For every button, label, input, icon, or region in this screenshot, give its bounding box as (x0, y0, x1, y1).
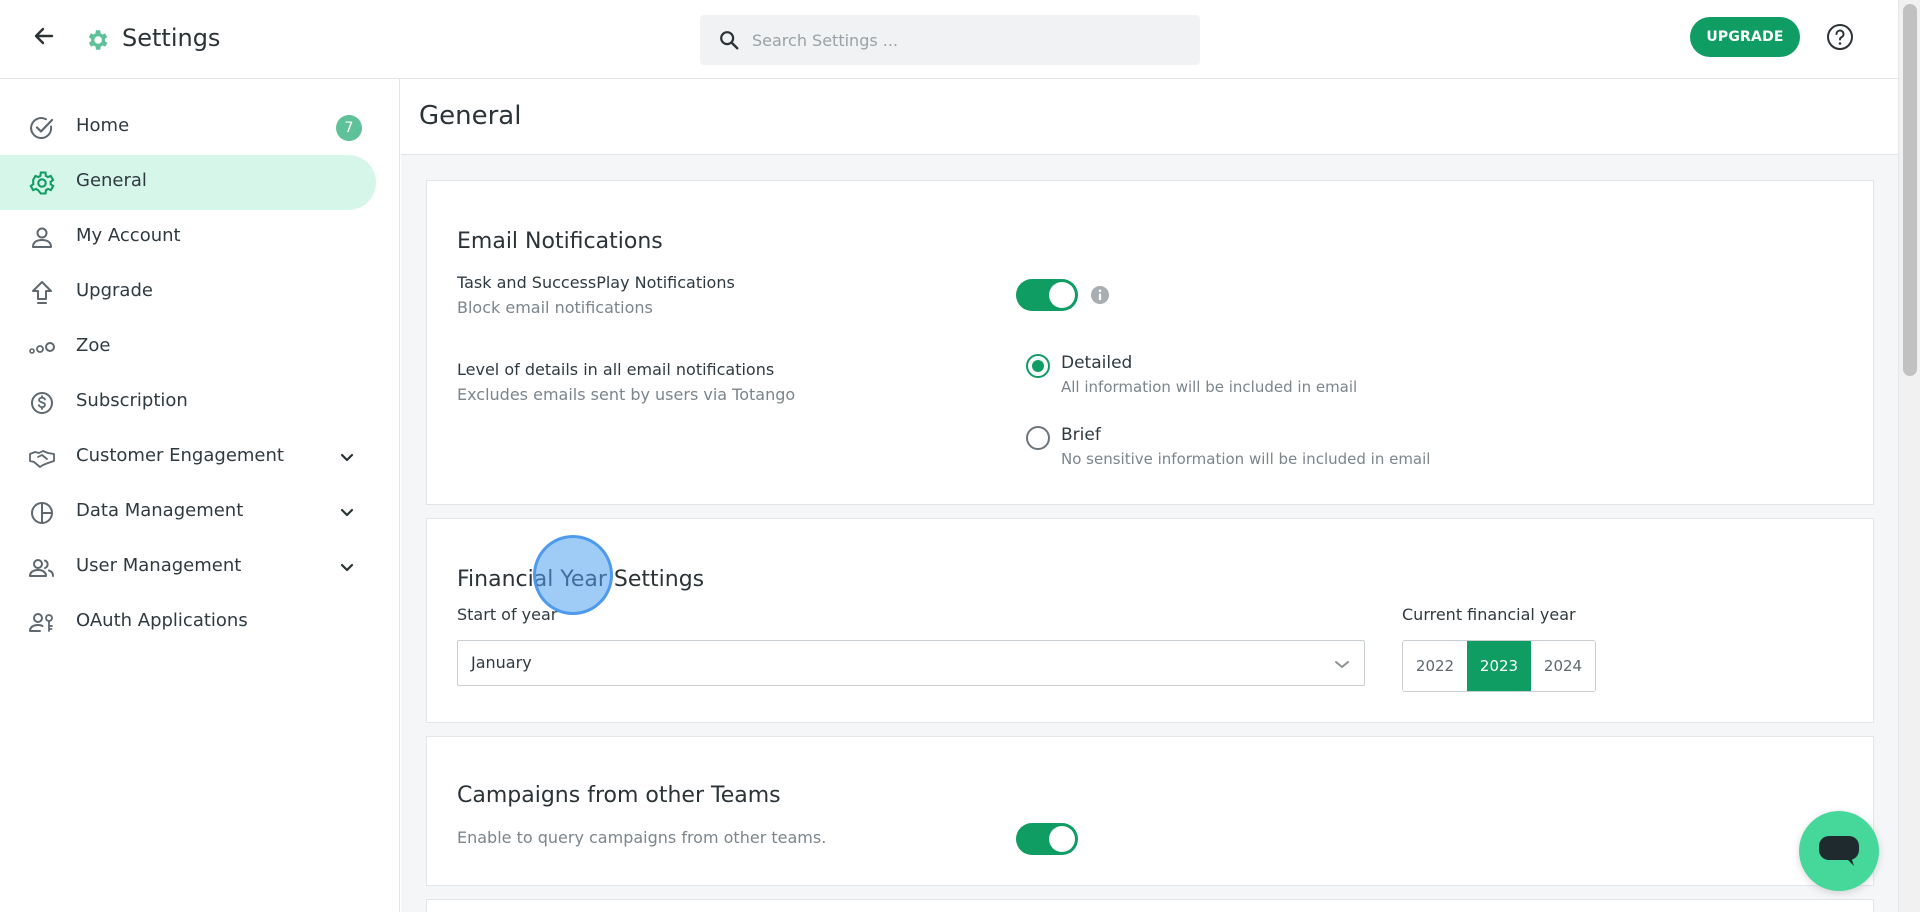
start-of-year-label: Start of year (457, 605, 558, 624)
chevron-down-icon[interactable] (336, 502, 358, 524)
search-box[interactable] (700, 15, 1200, 65)
toggle-knob (1049, 826, 1075, 852)
task-notifications-toggle[interactable] (1016, 279, 1078, 311)
user-key-icon (29, 613, 53, 632)
detail-level-label: Level of details in all email notificati… (457, 360, 775, 379)
task-notifications-label: Task and SuccessPlay Notifications (457, 273, 735, 292)
sidebar-item-general[interactable]: General (0, 155, 376, 210)
notification-badge: 7 (336, 115, 362, 141)
sidebar-item-label: Customer Engagement (76, 445, 284, 466)
users-icon (29, 559, 54, 577)
person-icon (32, 227, 52, 248)
sidebar-item-subscription[interactable]: Subscription (0, 375, 376, 430)
campaigns-sub: Enable to query campaigns from other tea… (457, 828, 827, 847)
scrollbar-thumb[interactable] (1903, 4, 1917, 376)
dots-icon (29, 342, 55, 354)
handshake-icon (29, 450, 55, 468)
year-selector: 2022 2023 2024 (1402, 640, 1596, 692)
section-title: Email Notifications (457, 229, 663, 254)
current-financial-year-label: Current financial year (1402, 605, 1576, 624)
campaigns-toggle[interactable] (1016, 823, 1078, 855)
sidebar-item-zoe[interactable]: Zoe (0, 320, 376, 375)
email-notifications-card: Email Notifications Task and SuccessPlay… (426, 180, 1874, 505)
sidebar-item-home[interactable]: Home 7 (0, 100, 376, 155)
brief-radio[interactable] (1026, 426, 1050, 450)
sidebar-item-my-account[interactable]: My Account (0, 210, 376, 265)
sidebar-item-oauth-applications[interactable]: OAuth Applications (0, 595, 376, 650)
start-of-year-select[interactable]: January (457, 640, 1365, 686)
sidebar-nav: Home 7 General My Account Upgrade Zoe Su… (0, 79, 400, 912)
brief-radio-label: Brief (1061, 425, 1101, 445)
upgrade-arrow-icon (32, 281, 52, 304)
sidebar-item-label: User Management (76, 555, 242, 576)
help-icon[interactable] (1825, 22, 1855, 52)
year-button-2022[interactable]: 2022 (1403, 641, 1467, 691)
chevron-down-icon[interactable] (336, 557, 358, 579)
select-value: January (471, 653, 532, 672)
back-arrow-icon[interactable] (30, 22, 58, 50)
campaigns-card: Campaigns from other Teams Enable to que… (426, 736, 1874, 886)
sidebar-item-upgrade[interactable]: Upgrade (0, 265, 376, 320)
year-button-2023[interactable]: 2023 (1467, 641, 1531, 691)
page-title: General (419, 101, 522, 131)
toggle-knob (1049, 282, 1075, 308)
app-title: Settings (122, 24, 221, 52)
chevron-down-icon[interactable] (336, 447, 358, 469)
dollar-circle-icon (31, 392, 53, 414)
sidebar-item-label: Home (76, 115, 130, 136)
sidebar-item-user-management[interactable]: User Management (0, 540, 376, 595)
main-content: General Email Notifications Task and Suc… (401, 79, 1898, 912)
chevron-down-icon (1335, 661, 1349, 668)
pie-chart-icon (31, 502, 53, 524)
check-circle-icon (30, 117, 54, 140)
task-notifications-sub: Block email notifications (457, 298, 653, 317)
sidebar-item-label: Data Management (76, 500, 244, 521)
gear-icon (88, 30, 108, 50)
chat-bubble-icon (1819, 836, 1859, 866)
sidebar-item-label: My Account (76, 225, 181, 246)
info-icon[interactable] (1090, 285, 1110, 305)
sidebar-item-label: Subscription (76, 390, 188, 411)
top-bar: Settings UPGRADE (0, 0, 1898, 79)
section-title: Financial Year Settings (457, 567, 705, 592)
financial-year-card: Financial Year Settings Start of year Ja… (426, 518, 1874, 723)
chat-button[interactable] (1799, 811, 1879, 891)
detail-level-sub: Excludes emails sent by users via Totang… (457, 385, 796, 404)
sidebar-item-label: OAuth Applications (76, 610, 248, 631)
detailed-radio[interactable] (1026, 354, 1050, 378)
sidebar-item-data-management[interactable]: Data Management (0, 485, 376, 540)
sidebar-item-label: General (76, 170, 147, 191)
detailed-radio-desc: All information will be included in emai… (1061, 378, 1358, 396)
gear-icon (29, 171, 55, 195)
year-button-2024[interactable]: 2024 (1531, 641, 1595, 691)
section-title: Campaigns from other Teams (457, 783, 781, 808)
sidebar-item-label: Zoe (76, 335, 111, 356)
brief-radio-desc: No sensitive information will be include… (1061, 450, 1431, 468)
page-header: General (401, 79, 1898, 155)
detailed-radio-label: Detailed (1061, 353, 1133, 373)
next-card (426, 899, 1874, 912)
search-input[interactable] (752, 25, 1182, 55)
sidebar-item-customer-engagement[interactable]: Customer Engagement (0, 430, 376, 485)
sidebar-item-label: Upgrade (76, 280, 153, 301)
upgrade-button[interactable]: UPGRADE (1690, 17, 1800, 57)
search-icon (720, 31, 739, 50)
scrollbar[interactable] (1898, 0, 1920, 912)
